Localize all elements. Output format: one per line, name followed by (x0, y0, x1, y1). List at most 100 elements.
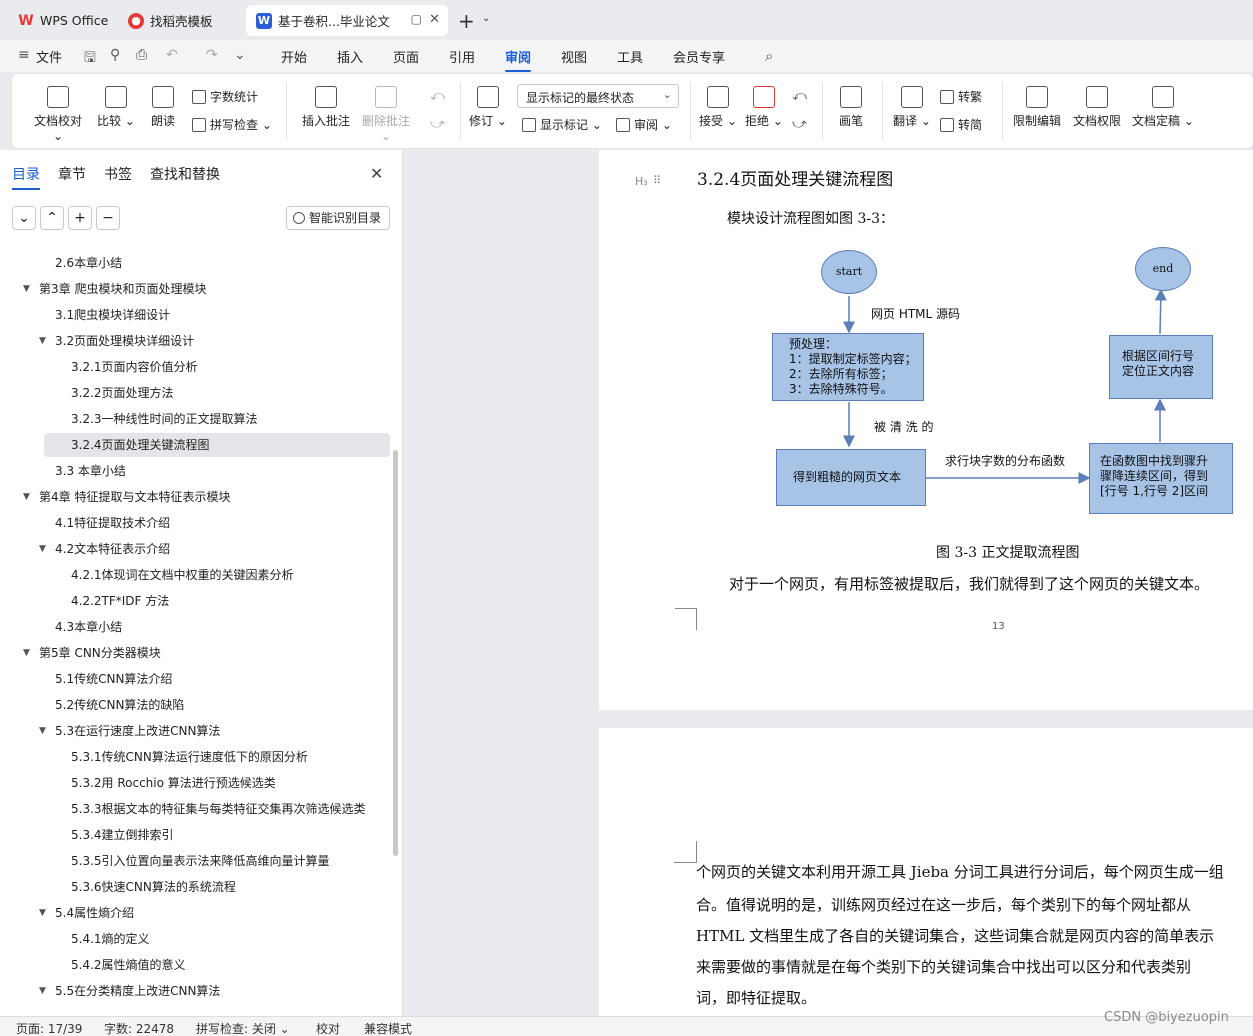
toc-item[interactable]: ▼ 5.4属性熵介绍 (0, 901, 390, 925)
toc-item[interactable]: 5.3.2用 Rocchio 算法进行预选候选类 (0, 771, 390, 795)
toc-scrollbar[interactable] (393, 450, 398, 856)
close-panel-icon[interactable]: ✕ (370, 164, 383, 183)
translate-button[interactable]: 翻译 ⌄ (892, 86, 932, 129)
finalize-button[interactable]: 文档定稿 ⌄ (1132, 86, 1194, 129)
tab-document[interactable]: W 基于卷积...毕业论文 ▢ ✕ (246, 5, 448, 36)
toc-item[interactable]: 4.3本章小结 (0, 615, 390, 639)
toc-item[interactable]: 5.4.1熵的定义 (0, 927, 390, 951)
menu-file[interactable]: 文件 (36, 47, 62, 66)
toc-item[interactable]: 5.1传统CNN算法介绍 (0, 667, 390, 691)
toc-item[interactable]: 3.2.2页面处理方法 (0, 381, 390, 405)
accept-button[interactable]: 接受 ⌄ (698, 86, 738, 129)
chevron-down-icon[interactable]: ⌄ (482, 13, 490, 24)
menu-tools[interactable]: 工具 (617, 47, 643, 66)
proofread-status[interactable]: 校对 (316, 1020, 340, 1036)
toc-item[interactable]: 5.3.6快速CNN算法的系统流程 (0, 875, 390, 899)
toc-item[interactable]: 2.6本章小结 (0, 251, 390, 275)
toc-item[interactable]: 3.2.4页面处理关键流程图 (44, 433, 390, 457)
toc-item[interactable]: 3.1爬虫模块详细设计 (0, 303, 390, 327)
smart-toc-button[interactable]: 智能识别目录 (286, 206, 390, 230)
expand-arrow-icon[interactable]: ▼ (23, 277, 30, 301)
tab-docer-templates[interactable]: ● 找稻壳模板 (118, 5, 242, 36)
toc-item[interactable]: 5.3.1传统CNN算法运行速度低下的原因分析 (0, 745, 390, 769)
menu-view[interactable]: 视图 (561, 47, 587, 66)
toc-item[interactable]: ▼ 第5章 CNN分类器模块 (0, 641, 390, 665)
reject-button[interactable]: 拒绝 ⌄ (744, 86, 784, 129)
toc-item[interactable]: 3.2.3一种线性时间的正文提取算法 (0, 407, 390, 431)
save-icon[interactable]: 🖫 (84, 47, 96, 71)
toc-item[interactable]: 5.3.3根据文本的特征集与每类特征交集再次筛选候选类 (0, 797, 390, 821)
menu-insert[interactable]: 插入 (337, 47, 363, 66)
expand-arrow-icon[interactable]: ▼ (23, 641, 30, 665)
menu-references[interactable]: 引用 (449, 47, 475, 66)
toc-item[interactable]: 4.1特征提取技术介绍 (0, 511, 390, 535)
search-icon[interactable]: ⌕ (765, 47, 773, 65)
remove-heading-button[interactable]: − (96, 206, 120, 230)
toc-item[interactable]: 4.2.1体现词在文档中权重的关键因素分析 (0, 563, 390, 587)
proofread-button[interactable]: 文档校对 ⌄ (28, 86, 88, 143)
share-icon[interactable]: ⚲ (110, 47, 120, 63)
page-indicator[interactable]: 页面: 17/39 (16, 1020, 82, 1036)
add-heading-button[interactable]: + (68, 206, 92, 230)
undo-icon[interactable]: ↶ (166, 47, 178, 63)
expand-arrow-icon[interactable]: ▼ (39, 719, 46, 743)
delete-comment-button[interactable]: 删除批注 ⌄ (358, 86, 414, 143)
expand-arrow-icon[interactable]: ▼ (39, 329, 46, 353)
tab-toc[interactable]: 目录 (12, 164, 40, 190)
word-count-indicator[interactable]: 字数: 22478 (104, 1020, 174, 1036)
to-traditional-button[interactable]: 转繁 (940, 88, 982, 105)
expand-arrow-icon[interactable]: ▼ (39, 901, 46, 925)
tab-chapters[interactable]: 章节 (58, 164, 86, 184)
menu-page[interactable]: 页面 (393, 47, 419, 66)
tab-find-replace[interactable]: 查找和替换 (150, 164, 220, 184)
restrict-edit-button[interactable]: 限制编辑 (1012, 86, 1062, 129)
spell-check-status[interactable]: 拼写检查: 关闭 ⌄ (196, 1020, 290, 1036)
next-change-icon[interactable]: ⤻ (792, 116, 807, 132)
review-pane-button[interactable]: 审阅 ⌄ (616, 116, 672, 133)
document-page[interactable]: 个网页的关键文本利用开源工具 Jieba 分词工具进行分词后，每个网页生成一组 … (599, 728, 1253, 1016)
expand-arrow-icon[interactable]: ▼ (39, 979, 46, 1003)
previous-change-icon[interactable]: ⤺ (792, 88, 807, 104)
tab-wps-office[interactable]: W WPS Office (8, 5, 114, 36)
document-area[interactable]: H₃ ⠿ 3.2.4页面处理关键流程图 模块设计流程图如图 3-3： start… (404, 150, 1253, 1016)
document-page[interactable]: H₃ ⠿ 3.2.4页面处理关键流程图 模块设计流程图如图 3-3： start… (599, 150, 1253, 710)
print-preview-icon[interactable]: ⎙ (136, 47, 147, 63)
toc-item[interactable]: 3.3 本章小结 (0, 459, 390, 483)
tab-bookmarks[interactable]: 书签 (104, 164, 132, 184)
next-comment-icon[interactable]: ⤻ (430, 116, 445, 132)
close-tab-icon[interactable]: ✕ (429, 12, 440, 27)
previous-comment-icon[interactable]: ⤺ (430, 88, 445, 104)
spell-check-button[interactable]: 拼写检查 ⌄ (192, 116, 272, 133)
window-icon[interactable]: ▢ (411, 12, 422, 26)
collapse-all-button[interactable]: ⌄ (12, 206, 36, 230)
pen-button[interactable]: 画笔 (834, 86, 868, 129)
toc-item[interactable]: 4.2.2TF*IDF 方法 (0, 589, 390, 613)
to-simplified-button[interactable]: 转简 (940, 116, 982, 133)
compare-button[interactable]: 比较 ⌄ (96, 86, 136, 129)
toc-item[interactable]: 3.2.1页面内容价值分析 (0, 355, 390, 379)
expand-arrow-icon[interactable]: ▼ (39, 537, 46, 561)
toc-item[interactable]: 5.2传统CNN算法的缺陷 (0, 693, 390, 717)
toc-item[interactable]: ▼ 5.5在分类精度上改进CNN算法 (0, 979, 390, 1003)
expand-arrow-icon[interactable]: ▼ (23, 485, 30, 509)
insert-comment-button[interactable]: 插入批注 (298, 86, 354, 129)
doc-permission-button[interactable]: 文档权限 (1072, 86, 1122, 129)
menu-home[interactable]: 开始 (281, 47, 307, 66)
toc-item[interactable]: ▼ 4.2文本特征表示介绍 (0, 537, 390, 561)
show-markup-button[interactable]: 显示标记 ⌄ (522, 116, 602, 133)
new-tab-icon[interactable]: + (458, 9, 475, 33)
toc-item[interactable]: ▼ 3.2页面处理模块详细设计 (0, 329, 390, 353)
hamburger-icon[interactable]: ≡ (18, 47, 30, 63)
word-count-button[interactable]: 字数统计 (192, 88, 258, 105)
menu-review[interactable]: 审阅 (505, 47, 532, 72)
toc-item[interactable]: 5.3.4建立倒排索引 (0, 823, 390, 847)
more-icon[interactable]: ⌄ (234, 47, 246, 63)
track-changes-button[interactable]: 修订 ⌄ (468, 86, 508, 129)
toc-item[interactable]: ▼ 第3章 爬虫模块和页面处理模块 (0, 277, 390, 301)
display-mode-select[interactable]: 显示标记的最终状态 ⌄ (517, 84, 679, 108)
toc-item[interactable]: ▼ 5.3在运行速度上改进CNN算法 (0, 719, 390, 743)
expand-up-button[interactable]: ⌃ (40, 206, 64, 230)
toc-item[interactable]: ▼ 第4章 特征提取与文本特征表示模块 (0, 485, 390, 509)
menu-member[interactable]: 会员专享 (673, 47, 725, 66)
read-aloud-button[interactable]: 朗读 (146, 86, 180, 129)
